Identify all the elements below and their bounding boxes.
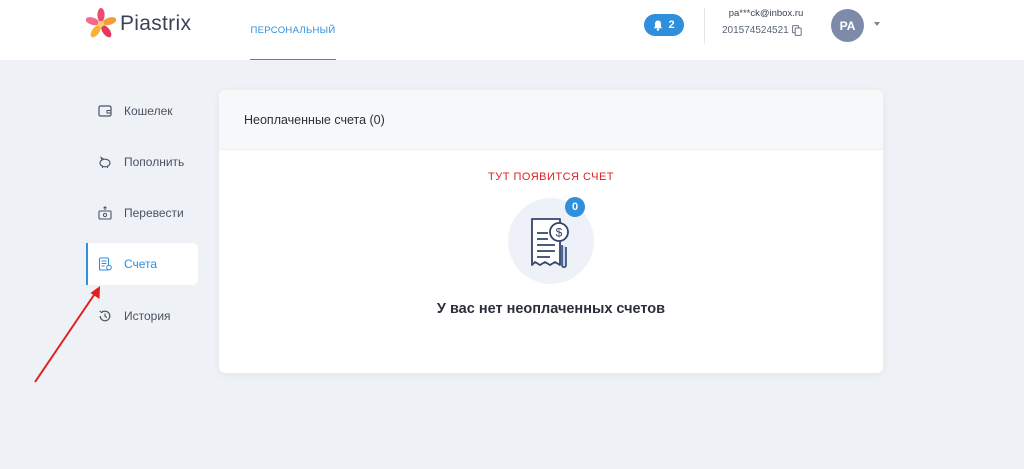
header-divider [704,8,705,44]
brand-name: Piastrix [120,12,192,35]
unpaid-invoices-card: Неоплаченные счета (0) ТУТ ПОЯВИТСЯ СЧЕТ… [219,90,883,373]
sidebar-item-invoices[interactable]: Счета [86,243,198,285]
wallet-icon [98,105,112,117]
card-header: Неоплаченные счета (0) [219,90,883,150]
tab-personal[interactable]: ПЕРСОНАЛЬНЫЙ [250,0,336,60]
annotation-hint: ТУТ ПОЯВИТСЯ СЧЕТ [487,171,615,183]
history-icon [99,310,111,322]
invoice-icon [98,257,112,271]
copy-icon[interactable] [791,25,802,36]
brand-logo[interactable]: Piastrix [86,4,191,44]
transfer-icon [98,206,112,220]
sidebar-item-label: Пополнить [124,155,185,169]
chevron-down-icon[interactable] [874,22,880,26]
user-email: pa***ck@inbox.ru [728,8,804,19]
sidebar-item-label: Счета [124,257,158,271]
card-title: Неоплаченные счета (0) [244,112,385,127]
invoice-count-badge: 0 [565,197,585,217]
account-number: 201574524521 [722,25,789,36]
bell-icon [654,20,663,31]
sidebar-item-wallet[interactable]: Кошелек [88,90,198,132]
svg-text:$: $ [556,226,563,240]
piggy-bank-icon [99,156,111,168]
invoice-document-icon: $ [531,218,569,269]
top-header: Piastrix ПЕРСОНАЛЬНЫЙ 2 pa***ck@inbox.ru… [0,0,1024,60]
sidebar-item-topup[interactable]: Пополнить [88,141,198,183]
empty-state-message: У вас нет неоплаченных счетов [436,301,666,317]
avatar[interactable]: PA [831,9,864,42]
sidebar-item-label: Кошелек [124,104,173,118]
account-number-row: 201574524521 [722,25,802,36]
notifications-button[interactable]: 2 [644,14,684,36]
sidebar-item-transfer[interactable]: Перевести [88,192,198,234]
notifications-count: 2 [668,19,675,31]
sidebar-item-label: История [124,309,171,323]
flower-logo-icon [86,8,116,38]
sidebar-item-label: Перевести [124,206,184,220]
sidebar-item-history[interactable]: История [88,295,198,337]
